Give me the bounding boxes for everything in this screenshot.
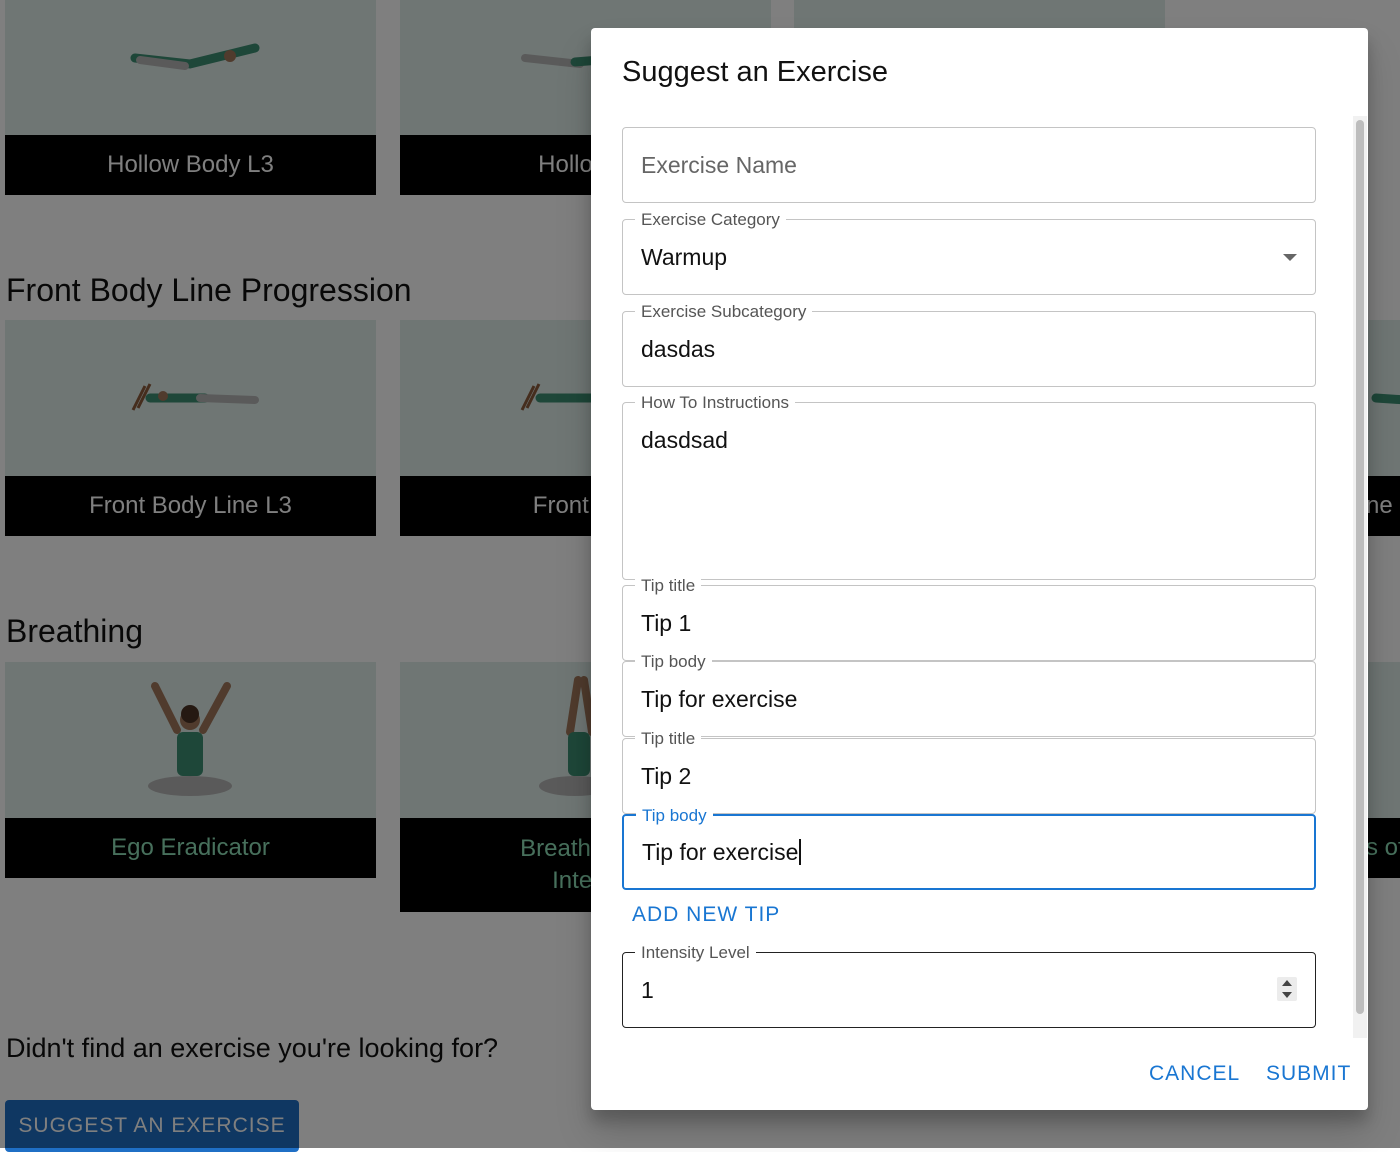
instructions-label: How To Instructions [635,393,796,413]
stepper-down-icon[interactable] [1282,992,1292,998]
stepper-up-icon[interactable] [1282,980,1292,986]
exercise-category-value: Warmup [641,244,728,270]
exercise-category-label: Exercise Category [635,210,786,230]
tip-body-value-wrap: Tip for exercise [642,839,801,866]
exercise-category-select[interactable]: Exercise Category Warmup [622,210,1316,295]
dialog-title: Suggest an Exercise [622,56,888,88]
tip-body-value: Tip for exercise [642,839,799,865]
intensity-level-input[interactable]: Intensity Level 1 [622,943,1316,1028]
tip-title-input[interactable]: Tip title Tip 2 [622,729,1316,814]
suggest-exercise-dialog: Suggest an Exercise Exercise Name Exerci… [591,28,1368,1110]
text-caret [799,839,801,865]
intensity-level-label: Intensity Level [635,943,756,963]
tip-body-label: Tip body [635,652,712,672]
exercise-subcategory-label: Exercise Subcategory [635,302,813,322]
dialog-scrollbar-thumb[interactable] [1356,120,1364,1014]
tip-body-label: Tip body [636,806,713,826]
submit-button[interactable]: SUBMIT [1266,1062,1351,1086]
tip-title-label: Tip title [635,576,702,596]
exercise-name-placeholder: Exercise Name [641,152,797,178]
dropdown-arrow-icon[interactable] [1283,254,1297,261]
dialog-scrollbar[interactable] [1353,116,1367,1038]
tip-title-value: Tip 1 [641,610,692,636]
tip-title-input[interactable]: Tip title Tip 1 [622,576,1316,661]
exercise-subcategory-value: dasdas [641,336,716,362]
instructions-value: dasdsad [641,427,728,453]
exercise-subcategory-input[interactable]: Exercise Subcategory dasdas [622,302,1316,387]
intensity-level-value: 1 [641,977,654,1003]
tip-body-value: Tip for exercise [641,686,798,712]
cancel-button[interactable]: CANCEL [1149,1062,1240,1086]
number-stepper[interactable] [1277,977,1297,1001]
tip-title-value: Tip 2 [641,763,692,789]
tip-body-input[interactable]: Tip body Tip for exercise [622,652,1316,737]
add-new-tip-button[interactable]: ADD NEW TIP [632,903,780,927]
tip-title-label: Tip title [635,729,702,749]
exercise-name-input[interactable]: Exercise Name [622,127,1316,203]
instructions-textarea[interactable]: How To Instructions dasdsad [622,393,1316,580]
tip-body-input[interactable]: Tip body Tip for exercise [622,806,1316,890]
